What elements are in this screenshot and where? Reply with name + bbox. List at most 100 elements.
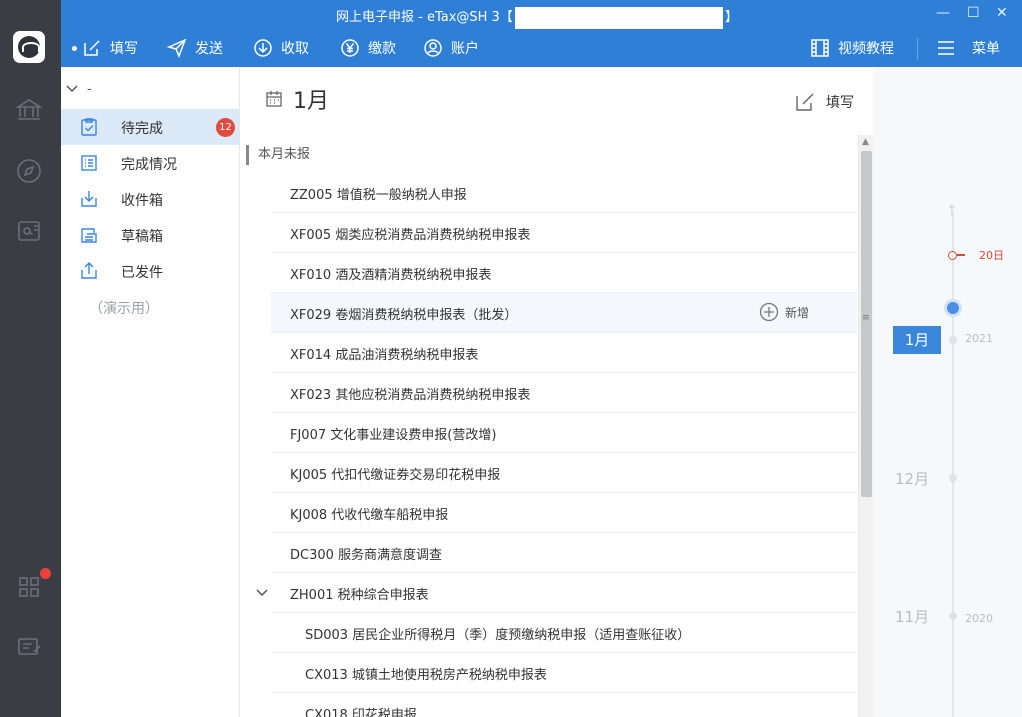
add-new-label: 新增	[785, 305, 810, 320]
list-scrollbar[interactable]: ▲ ≡	[858, 135, 873, 717]
timeline-month-dec[interactable]: 12月	[895, 468, 929, 489]
pending-count-badge: 12	[216, 118, 235, 137]
nav-item-label: 已发件	[121, 265, 163, 281]
maximize-button[interactable]: ☐	[967, 5, 980, 21]
list-item[interactable]: XF023 其他应税消费品消费税纳税申报表	[271, 373, 857, 413]
nav-panel: - 待完成 12 完成情况 收件箱 草稿箱 已发件 （演示用）	[61, 67, 240, 717]
redacted-taxpayer-name	[514, 6, 723, 29]
nav-item-label: 收件箱	[121, 193, 163, 209]
scrollbar-grip-icon: ≡	[862, 313, 870, 323]
list-item-label: ZH001 税种综合申报表	[290, 588, 429, 603]
list-item[interactable]: KJ008 代收代缴车船税申报	[271, 493, 857, 533]
close-button[interactable]: ✕	[996, 5, 1008, 21]
compass-icon[interactable]	[14, 156, 44, 186]
nav-group-header[interactable]: -	[65, 79, 92, 99]
window-title-suffix: 】	[724, 10, 738, 25]
timeline-axis	[952, 211, 954, 717]
pay-label: 缴款	[368, 41, 396, 57]
receive-button[interactable]: 收取	[253, 34, 309, 62]
menu-button[interactable]: 菜单	[936, 34, 1000, 62]
today-circle-icon	[948, 250, 957, 260]
list-icon	[81, 155, 97, 171]
fill-form-label: 填写	[826, 95, 854, 111]
fill-label: 填写	[110, 41, 138, 57]
active-indicator	[72, 46, 77, 51]
list-item-label: KJ008 代收代缴车船税申报	[290, 508, 449, 523]
minimize-button[interactable]: —	[936, 5, 950, 21]
nav-item-pending[interactable]: 待完成 12	[61, 109, 239, 145]
account-label: 账户	[451, 41, 479, 57]
today-label: 20日	[979, 249, 1004, 262]
list-item[interactable]: CX018 印花税申报	[271, 693, 857, 717]
list-item-label: XF029 卷烟消费税纳税申报表（批发）	[290, 308, 518, 323]
list-item-label: CX018 印花税申报	[305, 708, 417, 717]
list-item[interactable]: KJ005 代扣代缴证券交易印花税申报	[271, 453, 857, 493]
list-group-header[interactable]: ZH001 税种综合申报表	[256, 573, 857, 613]
app-rail	[0, 0, 61, 717]
list-item-label: DC300 服务商满意度调查	[290, 548, 443, 563]
receive-label: 收取	[281, 41, 309, 57]
nav-item-sent[interactable]: 已发件	[61, 253, 239, 289]
timeline-dot	[949, 474, 957, 482]
list-item[interactable]: FJ007 文化事业建设费申报(营改增)	[271, 413, 857, 453]
scrollbar-thumb[interactable]	[861, 151, 872, 497]
pay-button[interactable]: 缴款	[340, 34, 396, 62]
list-item[interactable]: XF014 成品油消费税纳税申报表	[271, 333, 857, 373]
fill-form-button[interactable]: 填写	[794, 91, 854, 113]
main-toolbar: 填写 发送 收取 缴款 账户 视频教程 菜单	[61, 34, 1022, 62]
email-contact-icon[interactable]	[14, 216, 44, 246]
demo-note: （演示用）	[89, 301, 159, 317]
list-item[interactable]: XF005 烟类应税消费品消费税纳税申报表	[271, 213, 857, 253]
list-item-label: XF005 烟类应税消费品消费税纳税申报表	[290, 228, 531, 243]
send-button[interactable]: 发送	[167, 34, 223, 62]
download-circle-icon	[254, 39, 272, 57]
fill-button[interactable]: 填写	[82, 34, 138, 62]
video-tutorial-button[interactable]: 视频教程	[810, 34, 894, 62]
list-item-highlighted[interactable]: XF029 卷烟消费税纳税申报表（批发） 新增	[271, 293, 857, 333]
window-title: 网上电子申报 - eTax@SH 3【 】	[336, 6, 738, 29]
send-label: 发送	[195, 41, 223, 57]
list-item[interactable]: CX013 城镇土地使用税房产税纳税申报表	[271, 653, 857, 693]
month-timeline: ↑ 20日 1月 2021 12月 11月 2020	[873, 67, 1022, 717]
user-circle-icon	[424, 39, 442, 57]
timeline-today-marker: 20日	[948, 247, 1004, 263]
timeline-dot	[949, 612, 957, 620]
list-item[interactable]: SD003 居民企业所得税月（季）度预缴纳税申报（适用查账征收）	[271, 613, 857, 653]
scroll-up-arrow-icon[interactable]: ▲	[862, 137, 869, 147]
timeline-up-arrow-icon: ↑	[946, 203, 958, 219]
inbox-icon	[81, 191, 97, 207]
list-item-label: ZZ005 增值税一般纳税人申报	[290, 188, 467, 203]
list-item-label: XF014 成品油消费税纳税申报表	[290, 348, 479, 363]
title-bar: 网上电子申报 - eTax@SH 3【 】 — ☐ ✕ 填写 发送 收取 缴款 账…	[61, 0, 1022, 67]
nav-item-label: 待完成	[121, 121, 163, 137]
apps-grid-icon[interactable]	[14, 572, 44, 602]
list-item[interactable]: XF010 酒及酒精消费税纳税申报表	[271, 253, 857, 293]
nav-item-drafts[interactable]: 草稿箱	[61, 217, 239, 253]
nav-item-label: 草稿箱	[121, 229, 163, 245]
list-item-label: FJ007 文化事业建设费申报(营改增)	[290, 428, 497, 443]
list-item[interactable]: ZZ005 增值税一般纳税人申报	[271, 173, 857, 213]
account-button[interactable]: 账户	[423, 34, 479, 62]
add-new-button[interactable]: 新增	[759, 302, 809, 322]
list-item-label: SD003 居民企业所得税月（季）度预缴纳税申报（适用查账征收）	[305, 628, 691, 643]
todo-clipboard-icon	[81, 118, 97, 136]
list-item-label: KJ005 代扣代缴证券交易印花税申报	[290, 468, 501, 483]
page-title: 1月	[293, 89, 329, 114]
video-tutorial-label: 视频教程	[838, 41, 894, 57]
list-item-label: CX013 城镇土地使用税房产税纳税申报表	[305, 668, 547, 683]
edit-note-icon[interactable]	[14, 631, 44, 661]
timeline-dot	[949, 336, 957, 344]
today-dash	[957, 254, 965, 256]
timeline-month-active[interactable]: 1月	[893, 326, 941, 354]
list-item[interactable]: DC300 服务商满意度调查	[271, 533, 857, 573]
edit-icon	[796, 93, 814, 111]
nav-item-status[interactable]: 完成情况	[61, 145, 239, 181]
nav-item-inbox[interactable]: 收件箱	[61, 181, 239, 217]
timeline-month-nov[interactable]: 11月	[895, 606, 929, 627]
timeline-current-dot	[947, 302, 959, 314]
chevron-down-icon[interactable]	[255, 586, 269, 600]
nav-group-label: -	[87, 81, 92, 97]
section-title: 本月未报	[246, 145, 310, 165]
timeline-year-label: 2021	[965, 332, 993, 345]
bank-icon[interactable]	[14, 95, 44, 125]
